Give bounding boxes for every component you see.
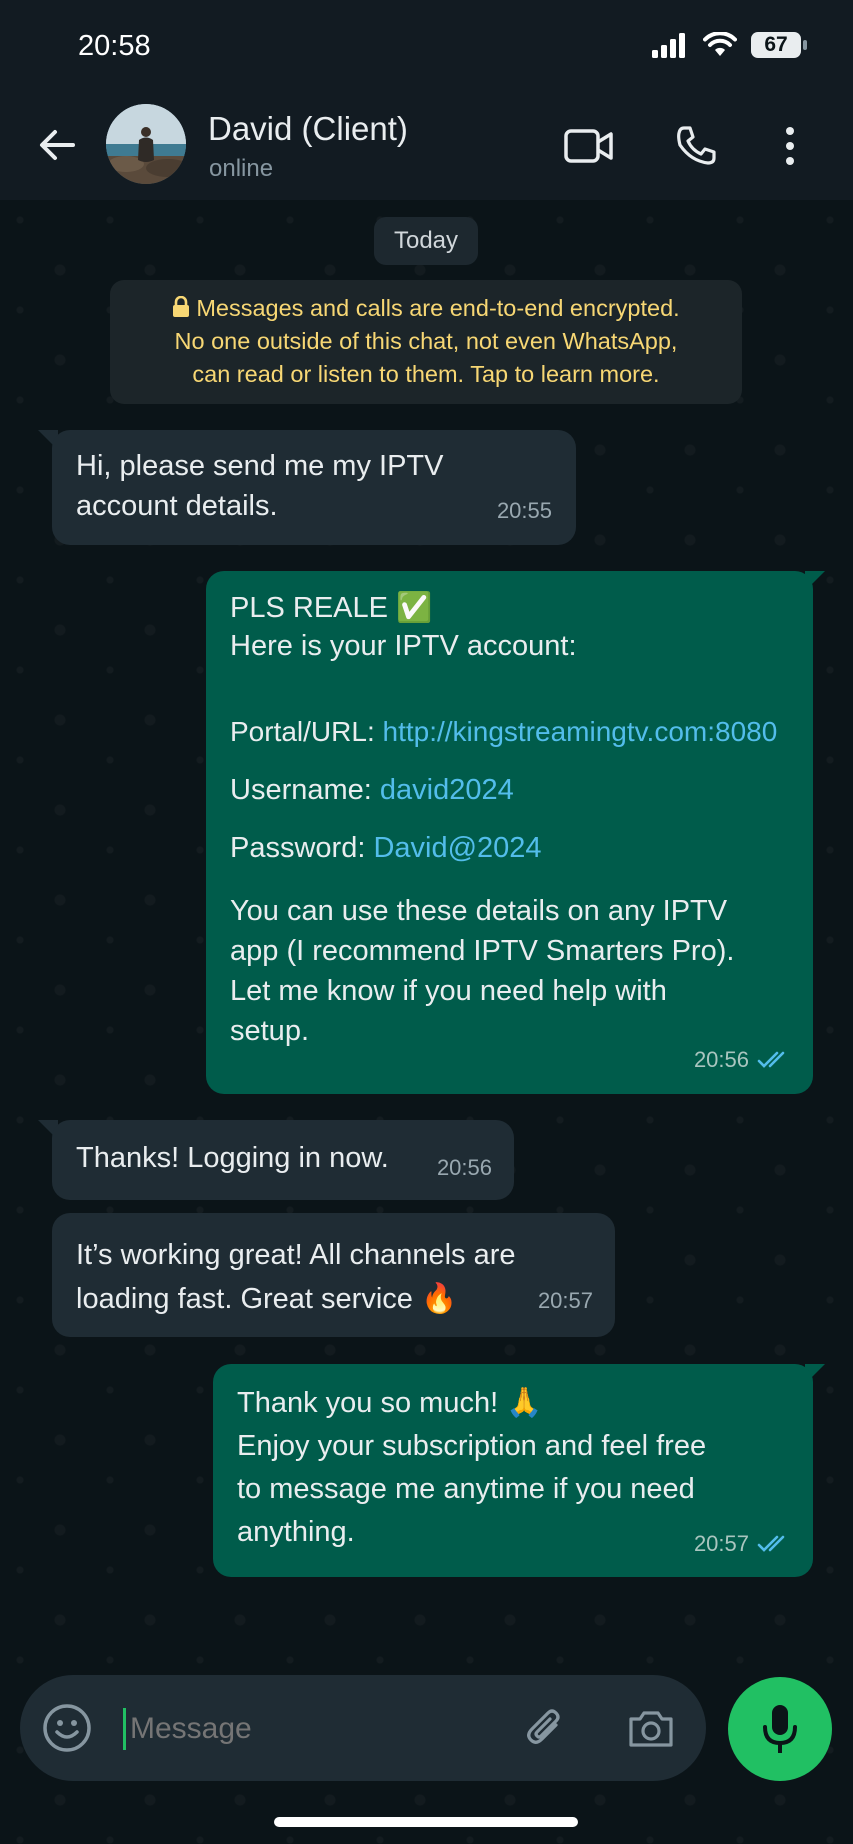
message-text: loading fast. Great service 🔥 (76, 1283, 458, 1315)
more-vertical-icon (786, 127, 794, 165)
username-row: Username: david2024 (230, 771, 789, 809)
attach-button[interactable] (520, 1703, 572, 1755)
portal-label: Portal/URL: (230, 716, 383, 747)
home-indicator[interactable] (274, 1817, 578, 1827)
message-text: Thanks! Logging in now. (76, 1142, 389, 1174)
message-bubble-outgoing[interactable]: Thank you so much! 🙏 Enjoy your subscrip… (213, 1364, 813, 1577)
portal-row: Portal/URL: http://kingstreamingtv.com:8… (230, 713, 789, 751)
message-text: You can use these details on any IPTV (230, 895, 728, 927)
portal-link[interactable]: http://kingstreamingtv.com:8080 (383, 716, 778, 747)
message-bubble-incoming[interactable]: Hi, please send me my IPTV account detai… (52, 430, 576, 545)
battery-indicator: 67 (751, 32, 807, 58)
encryption-notice-line2: No one outside of this chat, not even Wh… (174, 328, 678, 354)
status-time: 20:58 (78, 30, 151, 62)
message-time: 20:55 (496, 498, 552, 523)
camera-button[interactable] (625, 1703, 677, 1755)
message-text: Let me know if you need help with (230, 975, 667, 1007)
app-header: 20:58 67 David (Client) online (0, 0, 853, 200)
password-row: Password: David@2024 (230, 829, 789, 867)
contact-name[interactable]: David (Client) (208, 110, 408, 148)
message-text: to message me anytime if you need (237, 1473, 695, 1505)
date-chip: Today (374, 217, 478, 265)
message-input[interactable] (128, 1699, 432, 1759)
password-label: Password: (230, 832, 374, 864)
username-label: Username: (230, 774, 380, 806)
status-icons: 67 (651, 32, 807, 58)
back-button[interactable] (30, 118, 84, 172)
arrow-left-icon (40, 130, 75, 160)
encryption-notice-line1: Messages and calls are end-to-end encryp… (110, 292, 742, 325)
emoji-icon (43, 1704, 91, 1752)
voice-call-button[interactable] (668, 118, 724, 174)
message-text: app (I recommend IPTV Smarters Pro). (230, 935, 735, 967)
message-text: Here is your IPTV account: (230, 630, 577, 662)
phone-icon (677, 126, 716, 165)
video-call-button[interactable] (561, 118, 617, 174)
message-time: 20:57 (537, 1288, 593, 1313)
emoji-button[interactable] (42, 1703, 92, 1753)
lock-icon (173, 295, 190, 317)
message-text: Hi, please send me my IPTV (76, 450, 444, 482)
camera-icon (629, 1711, 673, 1747)
text-caret (123, 1708, 126, 1750)
message-text: It’s working great! All channels are (76, 1239, 516, 1271)
encryption-notice-line3: can read or listen to them. Tap to learn… (192, 361, 660, 387)
avatar[interactable] (106, 104, 186, 184)
double-check-icon (757, 1051, 785, 1068)
message-bubble-incoming[interactable]: It’s working great! All channels are loa… (52, 1213, 615, 1337)
message-text: Enjoy your subscription and feel free (237, 1430, 707, 1462)
message-meta: 20:56 (694, 1040, 791, 1080)
message-composer (20, 1675, 706, 1781)
message-time: 20:57 (693, 1531, 749, 1556)
username-value[interactable]: david2024 (380, 774, 514, 806)
wifi-icon (703, 32, 737, 56)
contact-status: online (209, 155, 274, 182)
double-check-icon (757, 1535, 785, 1552)
microphone-icon (763, 1705, 797, 1753)
message-text: Thank you so much! 🙏 (237, 1387, 543, 1419)
encryption-notice[interactable]: Messages and calls are end-to-end encryp… (110, 280, 742, 404)
paperclip-icon (527, 1709, 560, 1744)
password-value[interactable]: David@2024 (373, 832, 541, 864)
message-bubble-incoming[interactable]: Thanks! Logging in now. 20:56 (52, 1120, 514, 1200)
signal-icon (652, 33, 685, 58)
video-camera-icon (564, 129, 613, 163)
message-text: account details. (76, 490, 278, 522)
message-title: PLS REALE ✅ (230, 592, 433, 624)
message-bubble-outgoing[interactable]: PLS REALE ✅ Here is your IPTV account: P… (206, 571, 813, 1094)
avatar-photo-icon (106, 104, 186, 184)
message-time: 20:56 (693, 1047, 749, 1072)
message-meta: 20:57 (694, 1522, 791, 1565)
voice-message-button[interactable] (728, 1677, 832, 1781)
more-options-button[interactable] (762, 118, 818, 174)
message-time: 20:56 (436, 1155, 492, 1180)
